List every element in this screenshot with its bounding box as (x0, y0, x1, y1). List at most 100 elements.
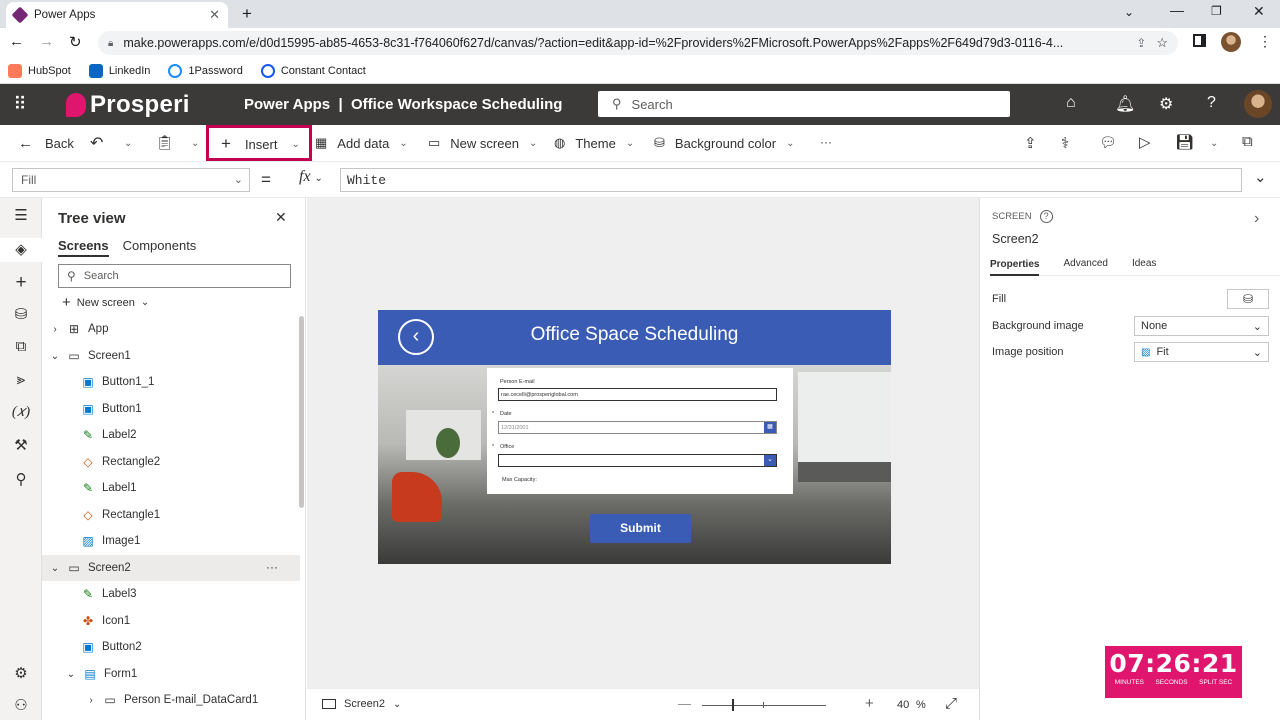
tab-components[interactable]: Components (123, 238, 197, 257)
more-commands-button[interactable]: ··· (820, 135, 832, 149)
virtual-agent-icon[interactable]: ⚇ (0, 696, 42, 714)
notifications-bell-icon[interactable]: 🔔︎ (1115, 94, 1135, 114)
background-color-button[interactable]: ⛁ Background color ⌄ (654, 135, 794, 151)
help-circle-icon[interactable]: ? (1039, 210, 1053, 223)
share-icon[interactable]: ⇪ (1024, 134, 1037, 152)
tree-item-screen2[interactable]: ⌄ ▭ Screen2 ··· (42, 555, 300, 581)
paste-menu-chevron-icon[interactable]: ⌄ (191, 138, 199, 149)
close-window-icon[interactable]: ✕ (1253, 3, 1265, 20)
app-launcher-icon[interactable]: ⠿ (0, 94, 40, 115)
tab-advanced[interactable]: Advanced (1063, 258, 1107, 269)
tree-item-icon1[interactable]: ✤ Icon1 (42, 608, 300, 634)
profile-avatar[interactable] (1221, 32, 1241, 52)
fit-to-window-icon[interactable]: ⤢ (945, 695, 957, 712)
reload-icon[interactable]: ↻ (69, 33, 82, 51)
calendar-icon[interactable]: ▦ (764, 422, 776, 433)
person-email-input[interactable]: rae.cecelli@prosperiglobal.com (498, 388, 777, 401)
zoom-out-icon[interactable]: — (678, 696, 691, 711)
search-icon[interactable]: ⚲ (0, 470, 42, 488)
undo-icon[interactable]: ↶ (90, 133, 103, 153)
close-icon[interactable]: ✕ (275, 209, 287, 226)
app-checker-stethoscope-icon[interactable]: ⚕ (1061, 134, 1069, 152)
preview-play-icon[interactable]: ▷ (1139, 133, 1151, 151)
tab-properties[interactable]: Properties (990, 259, 1040, 276)
variables-icon[interactable]: (𝑥) (0, 403, 42, 421)
zoom-in-icon[interactable]: + (865, 695, 874, 712)
url-field[interactable]: 🔒︎ make.powerapps.com/e/d0d15995-ab85-46… (98, 31, 1178, 55)
tree-item-label1[interactable]: ✎ Label1 (42, 475, 300, 501)
back-button[interactable]: ← Back (18, 135, 74, 152)
bookmark-star-icon[interactable]: ☆ (1156, 35, 1168, 51)
tree-item-app[interactable]: › ⊞ App (42, 316, 300, 342)
publish-icon[interactable]: ⧉ (1242, 133, 1253, 150)
power-automate-icon[interactable]: ⪢ (0, 371, 42, 388)
hamburger-menu-icon[interactable]: ☰ (0, 206, 42, 224)
undo-menu-chevron-icon[interactable]: ⌄ (124, 138, 132, 149)
screen-selector[interactable]: Screen2 ⌄ (322, 698, 401, 710)
advanced-tools-icon[interactable]: ⚒ (0, 436, 42, 454)
tree-item-image1[interactable]: ▨ Image1 (42, 528, 300, 554)
theme-button[interactable]: ◍ Theme ⌄ (554, 135, 634, 151)
collapse-pane-chevron-icon[interactable]: › (1254, 210, 1259, 228)
tree-search-input[interactable]: ⚲ Search (58, 264, 291, 288)
bookmark-hubspot[interactable]: HubSpot (8, 63, 71, 78)
forward-arrow-icon[interactable]: → (39, 33, 54, 50)
tree-item-button1[interactable]: ▣ Button1 (42, 396, 300, 422)
media-icon[interactable]: ⧉ (0, 338, 42, 355)
bookmark-constant-contact[interactable]: Constant Contact (260, 63, 366, 78)
close-tab-icon[interactable]: ✕ (209, 7, 220, 23)
tree-item-rectangle1[interactable]: ◇ Rectangle1 (42, 502, 300, 528)
tree-scrollbar[interactable] (299, 316, 304, 508)
fx-button[interactable]: fx ⌄ (299, 168, 323, 186)
new-screen-button[interactable]: ▭ New screen ⌄ (428, 135, 537, 151)
tree-item-label2[interactable]: ✎ Label2 (42, 422, 300, 448)
browser-menu-icon[interactable]: ⋮ (1258, 33, 1272, 50)
environment-icon[interactable]: ⌂ (1066, 94, 1076, 112)
insert-plus-icon[interactable]: + (0, 272, 42, 294)
new-tab-icon[interactable]: + (242, 4, 252, 24)
browser-tab[interactable]: Power Apps ✕ (6, 2, 228, 28)
bookmark-1password[interactable]: 1Password (168, 63, 243, 78)
tree-item-person-email-datacard1[interactable]: › ▭ Person E-mail_DataCard1 (42, 687, 300, 713)
tree-item-button2[interactable]: ▣ Button2 (42, 634, 300, 660)
app-screen-preview[interactable]: ‹ Office Space Scheduling Person E-mail … (378, 310, 891, 564)
zoom-slider-thumb[interactable] (732, 699, 734, 711)
help-icon[interactable]: ? (1207, 94, 1216, 112)
tree-item-rectangle2[interactable]: ◇ Rectangle2 (42, 449, 300, 475)
back-arrow-icon[interactable]: ← (9, 33, 24, 50)
header-search-input[interactable]: ⚲ Search (598, 91, 1010, 117)
restore-icon[interactable]: ❐ (1211, 4, 1222, 18)
settings-gear-icon[interactable]: ⚙ (0, 664, 42, 682)
expand-formula-chevron-icon[interactable]: ⌄ (1254, 168, 1267, 186)
background-image-dropdown[interactable]: None ⌄ (1134, 316, 1269, 336)
share-icon[interactable]: ⇪ (1136, 36, 1146, 50)
user-avatar[interactable] (1244, 90, 1272, 118)
tree-item-screen1[interactable]: ⌄ ▭ Screen1 (42, 343, 300, 369)
tree-item-button1-1[interactable]: ▣ Button1_1 (42, 369, 300, 395)
office-dropdown[interactable]: ⌄ (498, 454, 777, 467)
settings-gear-icon[interactable]: ⚙ (1159, 94, 1173, 114)
comments-icon[interactable]: 💬︎ (1099, 134, 1117, 151)
data-cylinder-icon[interactable]: ⛁ (0, 305, 42, 323)
tab-screens[interactable]: Screens (58, 238, 109, 257)
sidebar-icon[interactable] (1193, 34, 1206, 47)
tree-item-label3[interactable]: ✎ Label3 (42, 581, 300, 607)
tree-item-form1[interactable]: ⌄ ▤ Form1 (42, 661, 300, 687)
save-menu-chevron-icon[interactable]: ⌄ (1210, 138, 1218, 149)
submit-button[interactable]: Submit (590, 514, 691, 543)
date-input[interactable]: 12/31/2001 ▦ (498, 421, 777, 434)
property-dropdown[interactable]: Fill ⌄ (12, 168, 250, 192)
fill-color-picker[interactable]: ⛁ (1227, 289, 1269, 309)
minimize-icon[interactable]: — (1170, 2, 1184, 18)
more-options-button[interactable]: ··· (266, 560, 278, 574)
zoom-slider[interactable] (702, 699, 826, 711)
new-screen-button[interactable]: + New screen ⌄ (62, 294, 149, 311)
tab-ideas[interactable]: Ideas (1132, 258, 1156, 269)
image-position-dropdown[interactable]: ▨ Fit ⌄ (1134, 342, 1269, 362)
tab-search-icon[interactable]: ⌄ (1124, 5, 1134, 19)
save-icon[interactable]: 💾︎ (1175, 133, 1194, 151)
paste-icon[interactable]: 📋︎ (156, 134, 174, 151)
formula-input[interactable]: White (340, 168, 1242, 192)
tree-view-layers-icon[interactable]: ◈ (0, 238, 42, 262)
add-data-button[interactable]: ▦ Add data ⌄ (315, 135, 408, 151)
